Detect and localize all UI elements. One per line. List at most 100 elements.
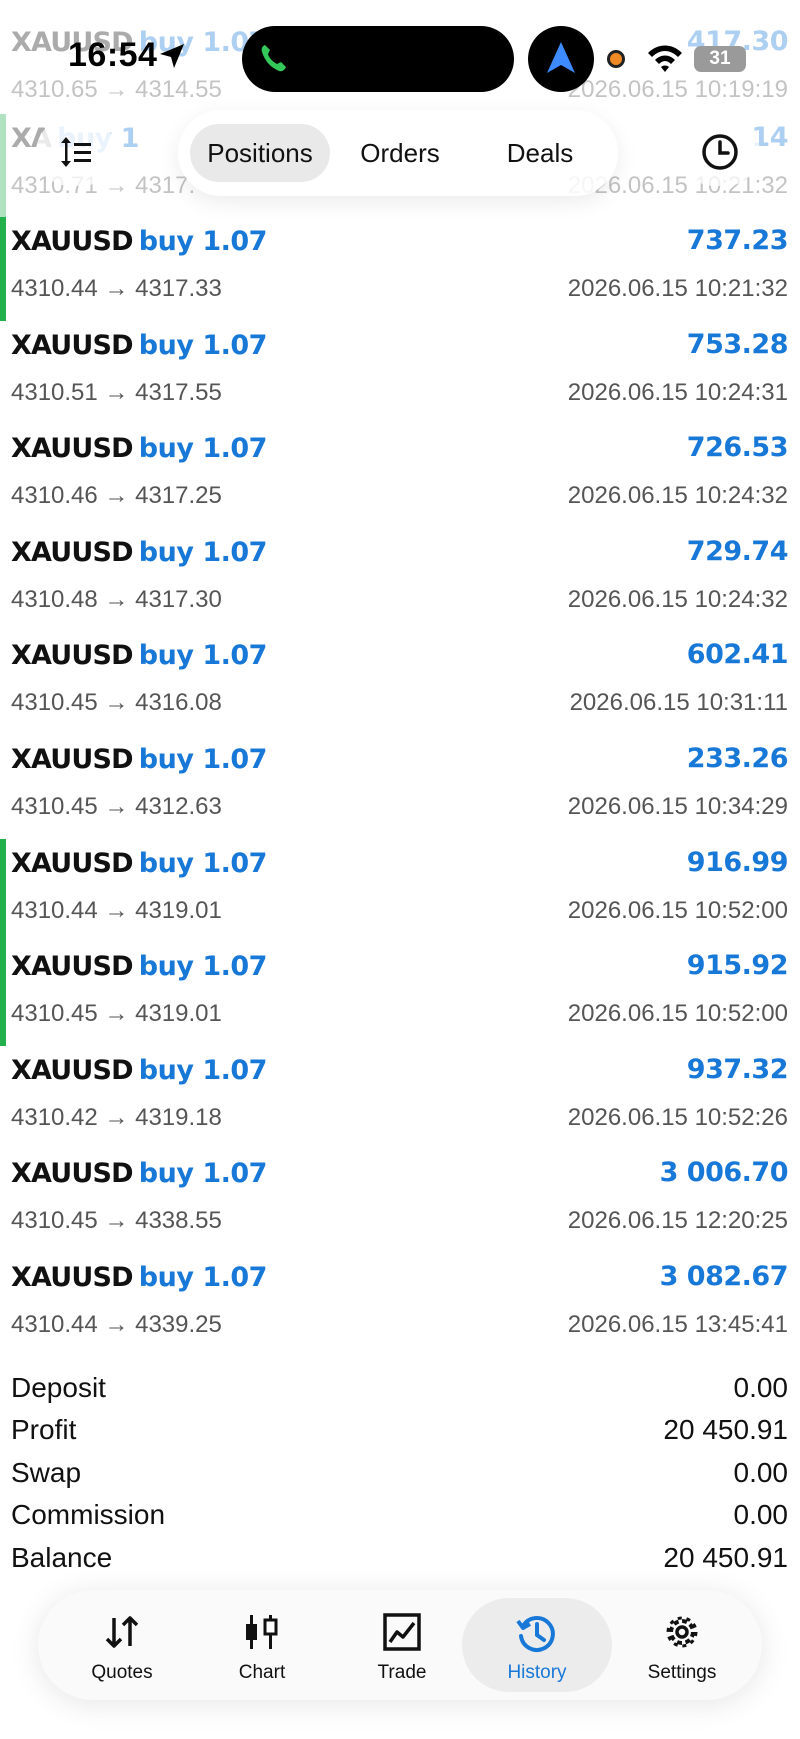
trade-chart-icon: [383, 1613, 421, 1651]
deal-row[interactable]: XAUUSD buy 1.07 233.26 4310.45 → 4312.63 …: [0, 735, 800, 839]
history-icon: [516, 1615, 555, 1652]
tab-label: Chart: [238, 1662, 286, 1683]
deal-row[interactable]: XAUUSD buy 1.07 726.53 4310.46 → 4317.25 …: [0, 424, 800, 528]
tab-label: Settings: [647, 1662, 717, 1683]
deal-row[interactable]: XAUUSD buy 1.07 915.92 4310.45 → 4319.01 …: [0, 942, 800, 1046]
tab-settings[interactable]: Settings: [612, 1590, 752, 1700]
deal-side: buy 1.07: [138, 330, 268, 361]
deal-row[interactable]: XAUUSD buy 1.07 729.74 4310.48 → 4317.30 …: [0, 528, 800, 632]
deal-symbol: XAUUSD: [11, 1262, 134, 1293]
deal-row[interactable]: XAUUSD buy 1.07 753.28 4310.51 → 4317.55 …: [0, 321, 800, 425]
deal-profit: 753.28: [686, 329, 789, 360]
history-period-button[interactable]: [680, 118, 760, 186]
summary-deposit: Deposit 0.00: [0, 1368, 800, 1410]
phone-call-icon: [261, 45, 286, 72]
deal-row[interactable]: XAUUSD buy 1.07 737.23 4310.44 → 4317.33 …: [0, 217, 800, 321]
status-bar: 16:54 31: [0, 0, 800, 100]
deal-profit: 602.41: [686, 639, 789, 670]
tab-orders[interactable]: Orders: [330, 124, 470, 182]
deal-prices: 4310.46 → 4317.25: [11, 482, 222, 509]
deal-symbol: XAUUSD: [11, 433, 134, 464]
summary-value: 20 450.91: [663, 1414, 788, 1445]
deal-prices: 4310.42 → 4319.18: [11, 1104, 222, 1131]
clock-icon: [702, 134, 738, 170]
deal-date: 2026.06.15 13:45:41: [567, 1311, 788, 1338]
deal-symbol: XAUUSD: [11, 537, 134, 568]
deal-symbol: XAUUSD: [11, 744, 134, 775]
deal-symbol: XAUUSD: [11, 330, 134, 361]
tab-history[interactable]: History: [462, 1598, 612, 1692]
deal-date: 2026.06.15 10:24:31: [567, 379, 788, 406]
summary-label: Balance: [11, 1542, 113, 1573]
deal-side: buy 1.07: [138, 1262, 268, 1293]
tab-label: Trade: [377, 1662, 427, 1683]
deal-profit: 3 006.70: [659, 1157, 789, 1188]
deal-prices: 4310.44 → 4339.25: [11, 1311, 222, 1338]
deal-date: 2026.06.15 10:52:00: [567, 897, 788, 924]
deal-side: buy 1.07: [138, 537, 268, 568]
deal-profit: 726.53: [686, 432, 789, 463]
tab-chart[interactable]: Chart: [192, 1590, 332, 1700]
deal-date: 2026.06.15 12:20:25: [567, 1207, 788, 1234]
profit-marker: [0, 942, 6, 1046]
deal-date: 2026.06.15 10:52:26: [567, 1104, 788, 1131]
tab-quotes[interactable]: Quotes: [52, 1590, 192, 1700]
deal-profit: 233.26: [686, 743, 789, 774]
deal-row[interactable]: XAUUSD buy 1.07 916.99 4310.44 → 4319.01 …: [0, 839, 800, 943]
tab-deals[interactable]: Deals: [470, 124, 610, 182]
deal-side: buy 1.07: [138, 951, 268, 982]
deal-side: buy 1.07: [138, 640, 268, 671]
tab-label: Quotes: [91, 1662, 153, 1683]
deal-date: 2026.06.15 10:21:32: [567, 275, 788, 302]
deal-row[interactable]: XAUUSD buy 1.07 937.32 4310.42 → 4319.18 …: [0, 1046, 800, 1150]
summary-swap: Swap 0.00: [0, 1453, 800, 1495]
deal-side: buy 1.07: [138, 433, 268, 464]
summary-balance: Balance 20 450.91: [0, 1538, 800, 1580]
deal-side: buy 1.07: [138, 848, 268, 879]
deal-profit: 915.92: [686, 950, 789, 981]
deal-prices: 4310.45 → 4319.01: [11, 1000, 222, 1027]
deal-symbol: XAUUSD: [11, 848, 134, 879]
deal-prices: 4310.51 → 4317.55: [11, 379, 222, 406]
deal-symbol: XAUUSD: [11, 640, 134, 671]
summary-value: 0.00: [733, 1457, 789, 1488]
deal-row[interactable]: XAUUSD buy 1.07 602.41 4310.45 → 4316.08 …: [0, 631, 800, 735]
navigation-arrow-icon: [547, 42, 575, 73]
summary-value: 20 450.91: [663, 1542, 788, 1573]
tab-trade[interactable]: Trade: [332, 1590, 472, 1700]
profit-marker: [0, 217, 6, 321]
deal-profit: 937.32: [686, 1054, 789, 1085]
deal-profit: 737.23: [686, 225, 789, 256]
sort-icon: [61, 137, 91, 167]
sort-button[interactable]: [36, 118, 116, 186]
recording-dot-icon: [607, 50, 625, 68]
deal-side: buy 1.07: [138, 1055, 268, 1086]
profit-marker: [0, 114, 6, 218]
deal-date: 2026.06.15 10:52:00: [567, 1000, 788, 1027]
quotes-icon: [105, 1616, 139, 1648]
deal-row[interactable]: XAUUSD buy 1.07 3 006.70 4310.45 → 4338.5…: [0, 1149, 800, 1253]
deal-prices: 4310.45 → 4312.63: [11, 793, 222, 820]
deal-profit: 729.74: [686, 536, 789, 567]
tab-positions[interactable]: Positions: [190, 124, 330, 182]
deal-symbol: XAUUSD: [11, 1158, 134, 1189]
summary-label: Profit: [11, 1414, 77, 1445]
deal-prices: 4310.48 → 4317.30: [11, 586, 222, 613]
view-segment-control: Positions Orders Deals: [178, 110, 618, 196]
summary-label: Commission: [11, 1499, 166, 1530]
bottom-tab-bar: Quotes Chart Trade History Settings: [38, 1590, 762, 1700]
deal-symbol: XAUUSD: [11, 1055, 134, 1086]
status-time: 16:54: [68, 36, 158, 74]
summary-profit: Profit 20 450.91: [0, 1410, 800, 1452]
wifi-icon: [648, 45, 682, 72]
candlestick-icon: [246, 1615, 278, 1649]
gear-icon: [666, 1616, 698, 1648]
deal-row[interactable]: XAUUSD buy 1.07 3 082.67 4310.44 → 4339.2…: [0, 1253, 800, 1357]
summary-label: Deposit: [11, 1372, 106, 1403]
deal-date: 2026.06.15 10:24:32: [567, 586, 788, 613]
deal-symbol: XAUUSD: [11, 226, 134, 257]
tab-label: History: [507, 1662, 567, 1683]
summary-value: 0.00: [733, 1372, 789, 1403]
deal-prices: 4310.44 → 4319.01: [11, 897, 222, 924]
deal-symbol: XAUUSD: [11, 951, 134, 982]
